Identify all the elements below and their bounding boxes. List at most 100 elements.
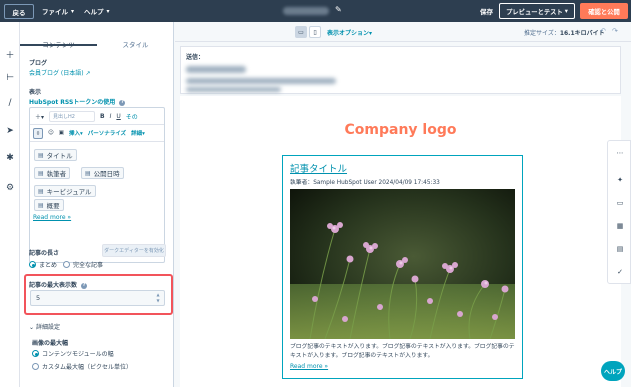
calendar-icon[interactable]: ▦ xyxy=(615,221,625,231)
max-posts-input[interactable]: 5 ▲ ▼ xyxy=(30,290,165,306)
desktop-view-icon[interactable]: ▭ xyxy=(295,26,307,38)
tab-style[interactable]: スタイル xyxy=(97,22,173,49)
panel-tabs: コンテンツ スタイル xyxy=(20,22,173,49)
bold-icon[interactable]: B xyxy=(100,113,105,120)
database-icon: ▤ xyxy=(38,151,44,159)
blog-label: ブログ xyxy=(29,60,48,67)
save-button[interactable]: 保存 xyxy=(480,0,493,22)
token-author[interactable]: ▤ 執筆者 xyxy=(34,167,71,179)
brush-icon[interactable]: ∕ xyxy=(4,97,16,109)
token-summary[interactable]: ▤ 概要 xyxy=(34,199,64,211)
token-label: 執筆者 xyxy=(46,170,67,178)
read-more-link[interactable]: Read more » xyxy=(33,214,71,221)
chevron-down-icon: ⌄ xyxy=(29,324,35,331)
radio-button[interactable] xyxy=(32,350,39,357)
sender-label: 送信： xyxy=(186,54,205,61)
post-author-line: 執筆者：Sample HubSpot User 2024/04/09 17:45… xyxy=(290,180,440,186)
insert-menu[interactable]: 挿入▾ xyxy=(69,129,83,137)
token-label: タイトル xyxy=(46,152,73,160)
undo-icon[interactable]: ↶ xyxy=(600,27,606,35)
help-button[interactable]: ヘルプ xyxy=(601,361,625,381)
preview-test-button[interactable]: プレビューとテスト ▾ xyxy=(499,3,575,19)
advanced-menu[interactable]: 詳細▾ xyxy=(131,129,145,137)
italic-icon[interactable]: I xyxy=(110,113,112,120)
email-name-blurred xyxy=(283,7,329,15)
image-icon[interactable]: ▣ xyxy=(59,130,64,136)
database-icon: ▤ xyxy=(38,201,44,209)
module-settings-panel: コンテンツ スタイル ブログ 会員ブログ (日本語) ↗ 表示 HubSpot … xyxy=(20,22,174,387)
file-menu[interactable]: ファイル ▾ xyxy=(42,0,74,22)
review-publish-button[interactable]: 確認と公開 xyxy=(580,3,628,19)
post-summary: ブログ記事のテキストが入ります。ブログ記事のテキストが入ります。ブログ記事のテキ… xyxy=(290,344,515,359)
redo-icon[interactable]: ↷ xyxy=(612,27,618,35)
view-options-menu[interactable]: 表示オプション▾ xyxy=(327,28,372,37)
rich-text-editor[interactable]: ＋▾ 見出しH2 B I U その ⇳ ☺ ▣ 挿入▾ パーソナライズ 詳細▾ … xyxy=(29,107,166,263)
underline-icon[interactable]: U xyxy=(116,113,120,120)
send-icon[interactable]: ➤ xyxy=(4,125,16,137)
back-button[interactable]: 戻る xyxy=(4,4,34,19)
preview-test-label: プレビューとテスト xyxy=(506,8,563,16)
token-label: 公開日時 xyxy=(93,170,120,178)
radio-summary[interactable]: まとめ xyxy=(29,260,57,269)
blog-post-module[interactable]: 記事タイトル 執筆者：Sample HubSpot User 2024/04/0… xyxy=(282,155,523,379)
token-label: キービジュアル xyxy=(46,188,92,196)
sender-blurred xyxy=(186,66,246,73)
mobile-view-icon[interactable]: ▯ xyxy=(309,26,321,38)
number-stepper[interactable]: ▲ ▼ xyxy=(154,292,162,304)
chevron-down-icon: ▾ xyxy=(106,7,110,15)
radio-button[interactable] xyxy=(63,261,70,268)
radio-full-post[interactable]: 完全な記事 xyxy=(63,260,103,269)
personalize-menu[interactable]: パーソナライズ xyxy=(88,129,126,137)
emoji-icon[interactable]: ☺ xyxy=(48,130,54,136)
token-title[interactable]: ▤ タイトル xyxy=(34,149,77,161)
text-style-select[interactable]: 見出しH2 xyxy=(49,110,96,122)
radio-custom-width-label: カスタム最大幅（ピクセル単位） xyxy=(42,364,133,371)
help-menu[interactable]: ヘルプ ▾ xyxy=(84,0,110,22)
rss-token-link[interactable]: HubSpot RSSトークンの使用 ? xyxy=(29,97,126,106)
check-icon[interactable]: ✓ xyxy=(615,267,625,277)
max-posts-value: 5 xyxy=(36,294,41,302)
token-publish-date[interactable]: ▤ 公開日時 xyxy=(81,167,124,179)
insert-menu-label: 挿入 xyxy=(68,131,80,137)
magic-icon[interactable]: ✦ xyxy=(615,175,625,185)
estimated-size: 推定サイズ：16.1キロバイト xyxy=(524,28,605,37)
gear-icon[interactable]: ⚙ xyxy=(4,182,16,194)
post-title[interactable]: 記事タイトル xyxy=(290,161,347,175)
right-tool-rail: ⋯ ✦ ▭ ▦ ▤ ✓ xyxy=(607,140,631,284)
radio-custom-width[interactable]: カスタム最大幅（ピクセル単位） xyxy=(32,362,132,371)
dark-editor-button[interactable]: ダークエディターを有効化 xyxy=(102,244,166,257)
schedule-icon[interactable]: ▤ xyxy=(615,244,625,254)
grid-icon[interactable]: ⋯ xyxy=(615,148,625,158)
radio-module-width[interactable]: コンテンツモジュールの幅 xyxy=(32,349,114,358)
tab-content[interactable]: コンテンツ xyxy=(20,22,97,49)
radio-summary-label: まとめ xyxy=(39,262,58,269)
image-max-width-label: 画像の最大幅 xyxy=(32,340,69,347)
add-icon[interactable]: ＋ xyxy=(4,48,16,61)
advanced-settings-toggle[interactable]: ⌄ 詳細設定 xyxy=(29,322,60,331)
post-length-label: 記事の長さ xyxy=(29,250,60,257)
post-read-more-link[interactable]: Read more » xyxy=(290,363,328,370)
help-icon[interactable]: ? xyxy=(119,99,126,106)
pencil-icon[interactable]: ✎ xyxy=(335,5,342,14)
editor-toolbar-primary: ＋▾ 見出しH2 B I U その xyxy=(30,108,164,125)
structure-icon[interactable]: ⊢ xyxy=(4,72,16,84)
advanced-settings-label: 詳細設定 xyxy=(35,324,60,331)
source-code-icon[interactable]: ⇳ xyxy=(33,127,43,139)
add-icon[interactable]: ＋▾ xyxy=(35,112,44,121)
bug-icon[interactable]: ✱ xyxy=(4,152,16,164)
comment-icon[interactable]: ▭ xyxy=(615,198,625,208)
estimated-size-value: 16.1キロバイト xyxy=(559,30,605,37)
more-options-button[interactable]: その xyxy=(126,112,138,121)
email-canvas: Company logo 記事タイトル 執筆者：Sample HubSpot U… xyxy=(180,96,621,387)
email-header: 送信： xyxy=(180,46,621,94)
token-featured-image[interactable]: ▤ キービジュアル xyxy=(34,185,96,197)
left-icon-rail: ＋ ⊢ ∕ ➤ ✱ ⚙ xyxy=(0,22,20,387)
preview-text-blurred xyxy=(186,87,281,92)
blog-link[interactable]: 会員ブログ (日本語) ↗ xyxy=(29,68,91,77)
external-link-icon: ↗ xyxy=(85,70,91,77)
radio-button[interactable] xyxy=(29,261,36,268)
company-logo[interactable]: Company logo xyxy=(180,122,621,138)
radio-full-post-label: 完全な記事 xyxy=(73,262,104,269)
radio-button[interactable] xyxy=(32,363,39,370)
estimated-size-label: 推定サイズ： xyxy=(524,30,560,37)
